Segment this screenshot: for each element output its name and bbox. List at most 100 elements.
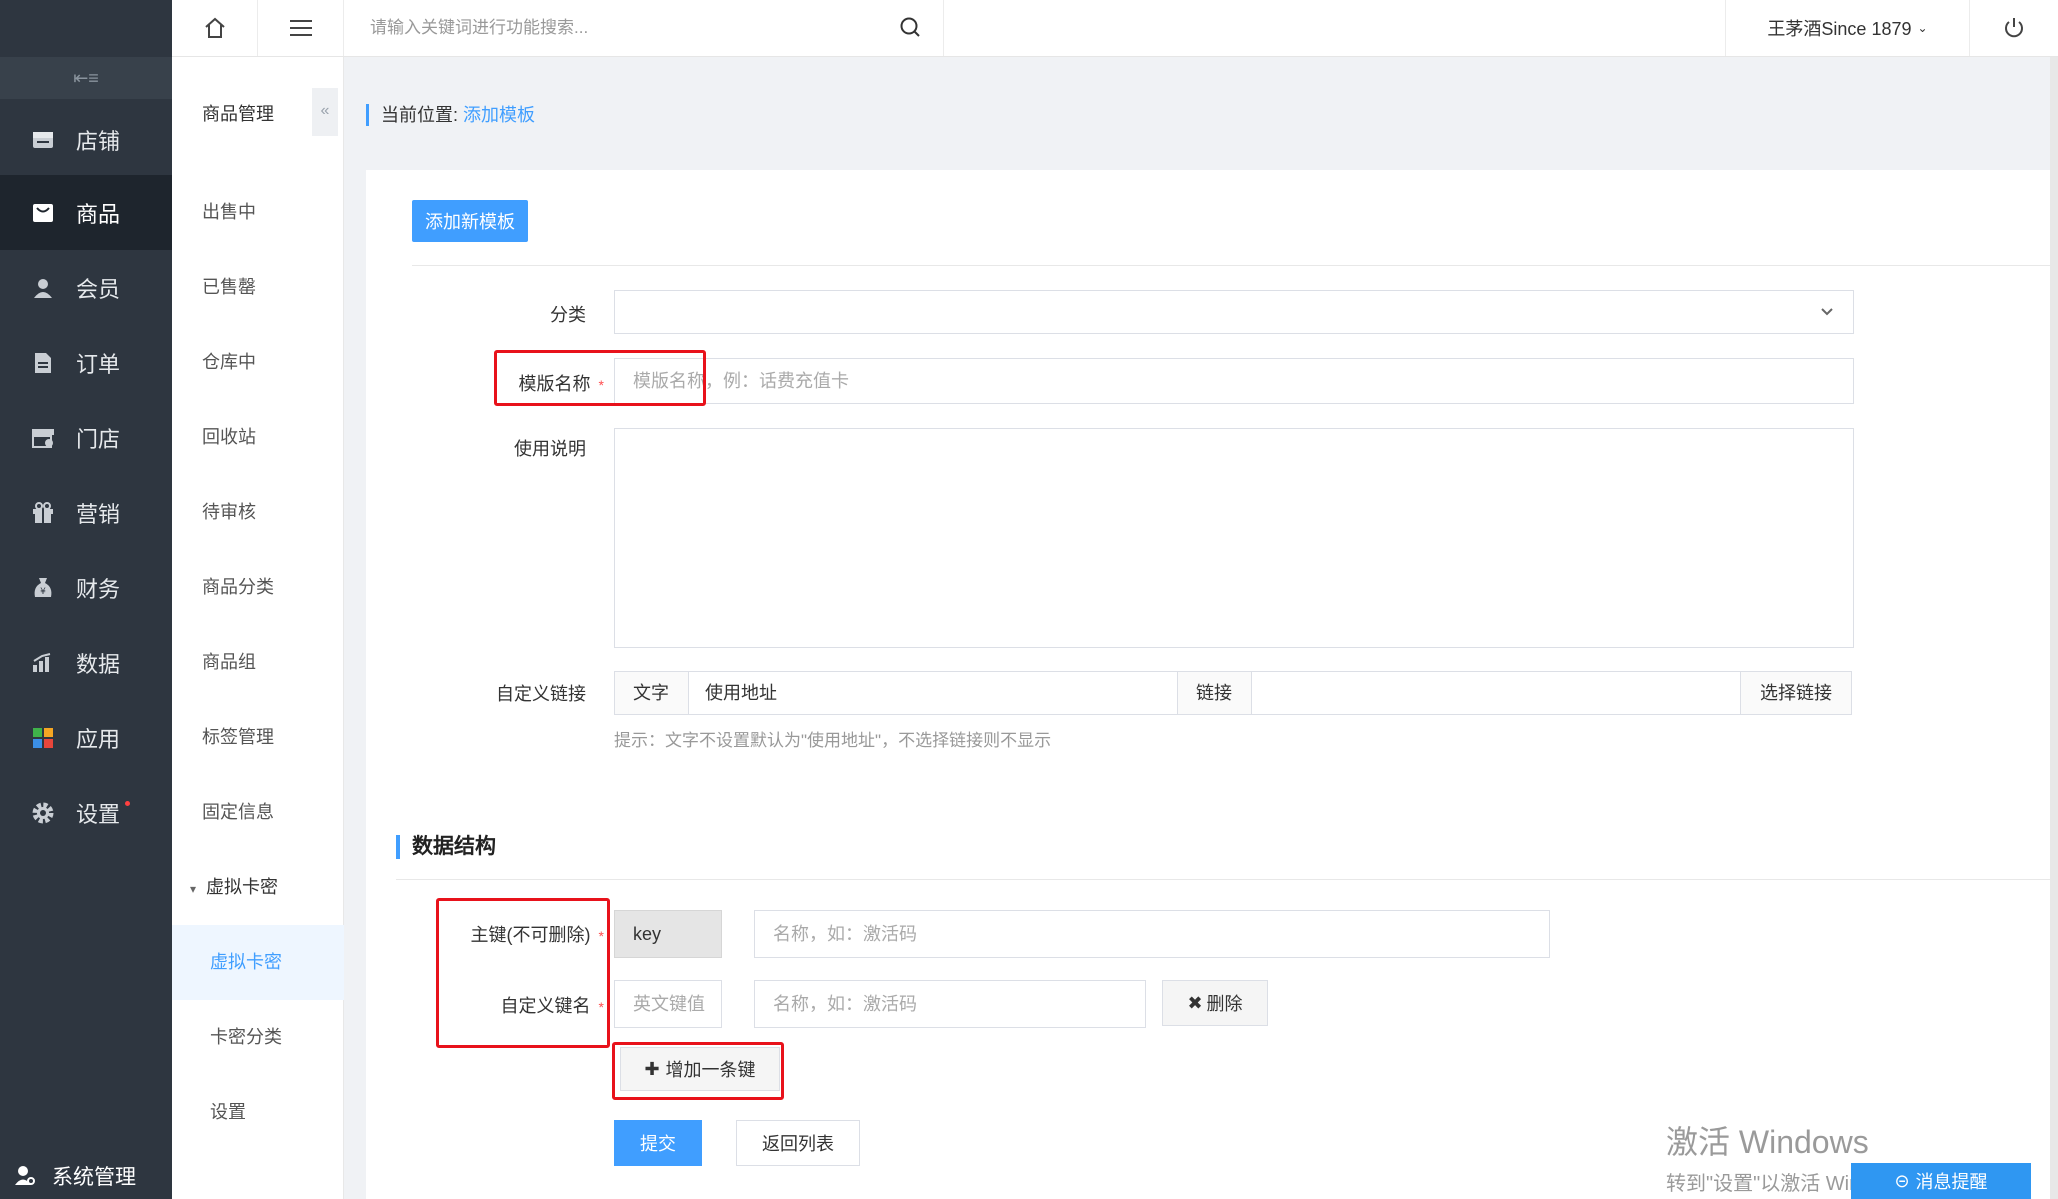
- subnav-item-card-settings[interactable]: 设置: [172, 1075, 344, 1150]
- chevron-down-icon: ⌄: [1917, 21, 1928, 35]
- notification-dot: [125, 801, 130, 806]
- section-title: 数据结构: [396, 835, 496, 859]
- usage-textarea[interactable]: [614, 428, 1854, 648]
- system-management-label: 系统管理: [52, 1166, 136, 1189]
- nav-item-member[interactable]: 会员: [0, 250, 172, 325]
- sub-sidebar: 商品管理 « 出售中 已售罄 仓库中 回收站 待审核 商品分类 商品组 标签管理…: [172, 0, 344, 1199]
- nav-label: 门店: [76, 426, 121, 452]
- main-sidebar: ⇤≡ 店铺 商品 会员 订单 门店 营销 ¥ 财务 数据 应用 设置 系统管理: [0, 0, 172, 1199]
- divider: [412, 265, 2052, 266]
- goods-icon: [28, 198, 58, 228]
- hamburger-icon: [289, 20, 312, 36]
- subnav-item-card-category[interactable]: 卡密分类: [172, 1000, 344, 1075]
- category-label: 分类: [550, 305, 586, 325]
- subnav-item-group[interactable]: 商品组: [172, 625, 344, 700]
- link-hint: 提示：文字不设置默认为"使用地址"，不选择链接则不显示: [614, 731, 1052, 750]
- home-icon: [204, 17, 225, 38]
- subnav-item-category[interactable]: 商品分类: [172, 550, 344, 625]
- home-button[interactable]: [172, 0, 258, 56]
- nav-item-apps[interactable]: 应用: [0, 700, 172, 775]
- custom-key-name-input[interactable]: 名称，如：激活码: [754, 980, 1146, 1028]
- category-select[interactable]: [614, 290, 1854, 334]
- gear-icon: [28, 798, 58, 828]
- link-addon: 链接: [1177, 671, 1252, 715]
- collapse-menu-icon[interactable]: ⇤≡: [0, 57, 172, 99]
- subnav-group-virtual-card[interactable]: ▾ 虚拟卡密: [172, 850, 344, 925]
- message-label: 消息提醒: [1915, 1172, 1988, 1192]
- primary-key-value: key: [614, 910, 722, 958]
- search-input[interactable]: [370, 8, 890, 48]
- delete-label: 删除: [1206, 994, 1243, 1014]
- svg-text:¥: ¥: [40, 587, 46, 597]
- logout-button[interactable]: [1970, 0, 2058, 56]
- nav-item-settings[interactable]: 设置: [0, 775, 172, 850]
- bar-chart-icon: [28, 648, 58, 678]
- primary-key-name-input[interactable]: 名称，如：激活码: [754, 910, 1550, 958]
- money-bag-icon: ¥: [28, 573, 58, 603]
- admin-user-icon: [14, 1165, 36, 1187]
- store-icon: [28, 125, 58, 155]
- nav-label: 营销: [76, 501, 121, 527]
- nav-label: 财务: [76, 576, 121, 602]
- nav-label: 商品: [76, 201, 121, 227]
- nav-item-order[interactable]: 订单: [0, 325, 172, 400]
- page-scrollbar[interactable]: [2050, 57, 2058, 1199]
- highlight-box: [436, 898, 610, 1048]
- nav-label: 数据: [76, 651, 121, 677]
- nav-item-store[interactable]: 店铺: [0, 102, 172, 177]
- breadcrumb: 当前位置: 添加模板: [366, 104, 535, 126]
- template-name-input[interactable]: [614, 358, 1854, 404]
- power-icon: [2005, 18, 2023, 38]
- divider: [396, 879, 2050, 880]
- link-input[interactable]: [1251, 671, 1741, 715]
- search-bar: [344, 0, 944, 56]
- fold-subnav-icon[interactable]: «: [312, 88, 338, 136]
- subnav-title: 商品管理: [202, 104, 274, 124]
- message-button[interactable]: ⊝ 消息提醒: [1851, 1163, 2031, 1199]
- chat-icon: ⊝: [1894, 1170, 1910, 1191]
- subnav-item-pending[interactable]: 待审核: [172, 475, 344, 550]
- system-management[interactable]: 系统管理: [0, 1153, 172, 1199]
- highlight-box: [494, 350, 706, 406]
- subnav-item-virtual-card[interactable]: 虚拟卡密: [172, 925, 344, 1000]
- delete-key-button[interactable]: ✖ 删除: [1162, 980, 1268, 1026]
- nav-item-goods[interactable]: 商品: [0, 175, 172, 250]
- subnav-item-tags[interactable]: 标签管理: [172, 700, 344, 775]
- breadcrumb-current[interactable]: 添加模板: [463, 105, 535, 125]
- submit-button[interactable]: 提交: [614, 1120, 702, 1166]
- custom-link-row: 文字 使用地址 链接 选择链接: [614, 671, 1854, 715]
- subnav-item-warehouse[interactable]: 仓库中: [172, 325, 344, 400]
- nav-label: 会员: [76, 276, 121, 302]
- nav-item-finance[interactable]: ¥ 财务: [0, 550, 172, 625]
- custom-link-label: 自定义链接: [496, 684, 586, 704]
- back-to-list-button[interactable]: 返回列表: [736, 1120, 860, 1166]
- subnav-item-fixed-info[interactable]: 固定信息: [172, 775, 344, 850]
- nav-label: 设置: [76, 801, 121, 827]
- subnav-group-label: 虚拟卡密: [206, 877, 279, 897]
- close-icon: ✖: [1187, 992, 1203, 1013]
- form-panel: 添加新模板 分类 模版名称* 使用说明 自定义链接 文字 使用地址 链接 选择链…: [366, 170, 2052, 1199]
- nav-item-data[interactable]: 数据: [0, 625, 172, 700]
- user-menu[interactable]: 王茅酒Since 1879 ⌄: [1725, 0, 1970, 56]
- watermark-line1: 激活 Windows: [1666, 1124, 1869, 1160]
- nav-label: 应用: [76, 726, 121, 752]
- nav-item-marketing[interactable]: 营销: [0, 475, 172, 550]
- nav-label: 店铺: [76, 128, 121, 154]
- shop-icon: [28, 423, 58, 453]
- order-icon: [28, 348, 58, 378]
- nav-item-shop[interactable]: 门店: [0, 400, 172, 475]
- subnav-item-on-sale[interactable]: 出售中: [172, 175, 344, 250]
- select-link-button[interactable]: 选择链接: [1740, 671, 1852, 715]
- subnav-item-recycle[interactable]: 回收站: [172, 400, 344, 475]
- link-text-input[interactable]: 使用地址: [688, 671, 1178, 715]
- menu-toggle-button[interactable]: [258, 0, 344, 56]
- add-template-button[interactable]: 添加新模板: [412, 200, 528, 242]
- top-header: 王茅酒Since 1879 ⌄: [172, 0, 2058, 57]
- search-icon[interactable]: [899, 16, 921, 38]
- member-icon: [28, 273, 58, 303]
- subnav-item-sold-out[interactable]: 已售罄: [172, 250, 344, 325]
- custom-key-input[interactable]: 英文键值: [614, 980, 722, 1028]
- link-text-addon: 文字: [614, 671, 689, 715]
- caret-down-icon: ▾: [190, 882, 197, 896]
- usage-label: 使用说明: [514, 439, 586, 459]
